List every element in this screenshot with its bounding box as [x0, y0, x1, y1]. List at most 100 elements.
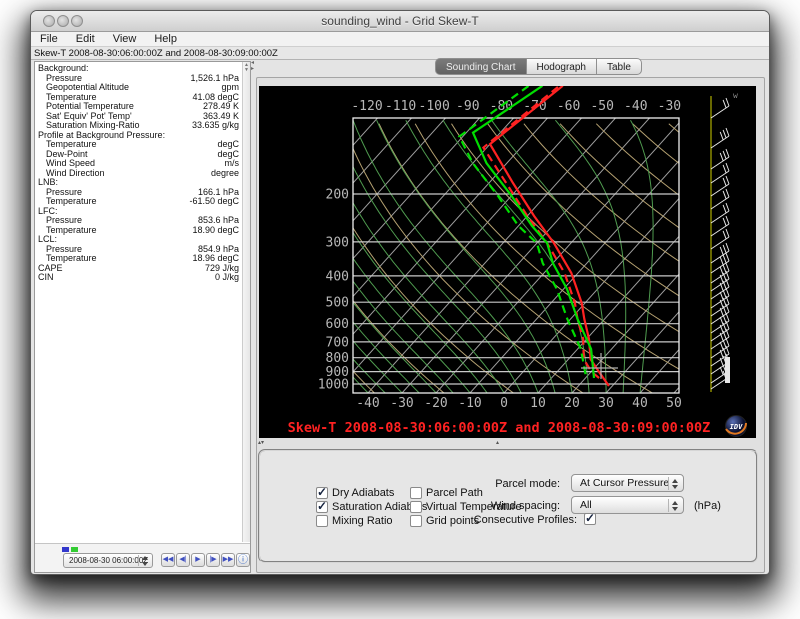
svg-text:-30: -30 [390, 396, 413, 411]
svg-text:700: 700 [326, 335, 349, 350]
menu-item-edit[interactable]: Edit [67, 32, 104, 45]
sounding-data-panel: Background:Pressure1,526.1 hPaGeopotenti… [34, 61, 251, 573]
sounding-data-list: Background:Pressure1,526.1 hPaGeopotenti… [36, 64, 241, 542]
data-row-value [239, 131, 241, 141]
tab-hodograph[interactable]: Hodograph [527, 58, 597, 75]
mixing-ratio-checkbox[interactable]: Mixing Ratio [316, 515, 393, 527]
window-title: sounding_wind - Grid Skew-T [31, 14, 769, 28]
skewt-plot[interactable]: 2003004005006007008009001000-120-110-100… [259, 86, 756, 438]
svg-text:400: 400 [326, 269, 349, 284]
svg-text:-40: -40 [356, 396, 379, 411]
svg-text:-30: -30 [658, 99, 681, 114]
consecutive-profiles-checkbox[interactable]: ✓ [584, 513, 596, 525]
data-row: CIN 0 J/kg [36, 273, 241, 283]
svg-text:800: 800 [326, 351, 349, 366]
data-row-value: degree [211, 169, 241, 179]
svg-text:300: 300 [326, 235, 349, 250]
data-row-value [239, 178, 241, 188]
animation-properties-button[interactable]: ⓘ [236, 553, 250, 567]
wind-spacing-value: All [580, 499, 592, 511]
view-tabs: Sounding ChartHodographTable [435, 58, 642, 75]
time-animation-bar: 2008-08-30 06:00:00Z ◀◀◀|▶|▶▶▶ⓘ [35, 543, 250, 572]
time-select-value: 2008-08-30 06:00:00Z [69, 556, 148, 565]
step-forward-button[interactable]: |▶ [206, 553, 220, 567]
data-row-value: 33.635 g/kg [192, 121, 241, 131]
data-row: CAPE729 J/kg [36, 264, 241, 274]
time-select[interactable]: 2008-08-30 06:00:00Z [63, 553, 153, 568]
data-row-value: -61.50 degC [189, 197, 241, 207]
svg-text:-90: -90 [456, 99, 479, 114]
menu-item-help[interactable]: Help [145, 32, 186, 45]
svg-text:-110: -110 [385, 99, 416, 114]
data-row-value: 0 J/kg [215, 273, 241, 283]
data-row-value [239, 207, 241, 217]
grid-points-checkbox[interactable]: Grid points [410, 515, 479, 527]
step-back-button[interactable]: ◀| [176, 553, 190, 567]
menu-item-file[interactable]: File [31, 32, 67, 45]
svg-text:500: 500 [326, 296, 349, 311]
svg-text:-50: -50 [590, 99, 613, 114]
svg-text:-100: -100 [419, 99, 450, 114]
svg-text:-120: -120 [351, 99, 382, 114]
tab-table[interactable]: Table [597, 58, 642, 75]
svg-text:40: 40 [632, 396, 648, 411]
wind-spacing-stepper-icon [668, 499, 681, 512]
svg-text:1000: 1000 [318, 378, 349, 393]
svg-text:50: 50 [666, 396, 682, 411]
checkbox-label: Dry Adiabats [332, 487, 394, 499]
svg-text:-40: -40 [624, 99, 647, 114]
checkbox-label: Mixing Ratio [332, 515, 393, 527]
menu-item-view[interactable]: View [104, 32, 146, 45]
left-panel-scrollbar[interactable]: ▲▼ [242, 62, 250, 542]
wind-spacing-unit: (hPa) [694, 500, 721, 512]
svg-text:IDV: IDV [730, 423, 743, 431]
screenshot-root: sounding_wind - Grid Skew-T FileEditView… [0, 0, 800, 619]
svg-text:200: 200 [326, 188, 349, 203]
time-stepper[interactable] [138, 555, 151, 566]
app-window: sounding_wind - Grid Skew-T FileEditView… [30, 10, 770, 575]
svg-text:0: 0 [500, 396, 508, 411]
play-button[interactable]: ▶ [191, 553, 205, 567]
svg-text:20: 20 [564, 396, 580, 411]
svg-text:600: 600 [326, 317, 349, 332]
splitter-collapse-icon[interactable]: ◂▸ [251, 60, 254, 72]
go-to-start-button[interactable]: ◀◀ [161, 553, 175, 567]
display-subtitle: Skew-T 2008-08-30:06:00:00Z and 2008-08-… [31, 47, 769, 60]
chart-title: Skew-T 2008-08-30:06:00:00Z and 2008-08-… [288, 420, 711, 436]
parcel-path-checkbox[interactable]: Parcel Path [410, 487, 483, 499]
data-row-value [239, 64, 241, 74]
data-row-value [239, 235, 241, 245]
checkbox-label: Parcel Path [426, 487, 483, 499]
svg-text:10: 10 [530, 396, 546, 411]
wind-spacing-label: Wind spacing: [491, 500, 560, 512]
svg-text:-20: -20 [424, 396, 447, 411]
data-row: Temperature18.90 degC [36, 226, 241, 236]
parcel-mode-select[interactable]: At Cursor Pressure [571, 474, 684, 492]
data-row: Wind Directiondegree [36, 169, 241, 179]
checkbox-label: Grid points [426, 515, 479, 527]
barb-corner-label: w [733, 91, 738, 100]
titlebar[interactable]: sounding_wind - Grid Skew-T [31, 11, 769, 32]
wind-barb-highlight [725, 357, 730, 383]
parcel-mode-label: Parcel mode: [495, 478, 560, 490]
data-row-label: CIN [38, 273, 54, 283]
chart-controls-divider[interactable]: ▴▾ ▴ [257, 439, 764, 448]
data-row-value: 18.90 degC [192, 226, 241, 236]
idv-logo: IDV [726, 416, 747, 437]
data-row: Temperature-61.50 degC [36, 197, 241, 207]
menubar: FileEditViewHelp [31, 32, 769, 47]
svg-text:30: 30 [598, 396, 614, 411]
svg-text:-60: -60 [557, 99, 580, 114]
display-controls: ✓Dry Adiabats✓Saturation AdiabatsMixing … [258, 449, 758, 563]
skewt-chart[interactable]: 2003004005006007008009001000-120-110-100… [259, 86, 756, 438]
parcel-mode-value: At Cursor Pressure [580, 477, 669, 489]
parcel-mode-stepper-icon [668, 477, 681, 490]
time-legend-swatch-2 [71, 547, 78, 552]
consecutive-profiles-label: Consecutive Profiles: [474, 514, 577, 526]
svg-text:-10: -10 [458, 396, 481, 411]
playback-controls: ◀◀◀|▶|▶▶▶ⓘ [161, 553, 250, 568]
go-to-end-button[interactable]: ▶▶ [221, 553, 235, 567]
tab-sounding-chart[interactable]: Sounding Chart [435, 58, 527, 75]
dry-adiabats-checkbox[interactable]: ✓Dry Adiabats [316, 487, 394, 499]
time-legend-swatch-1 [62, 547, 69, 552]
